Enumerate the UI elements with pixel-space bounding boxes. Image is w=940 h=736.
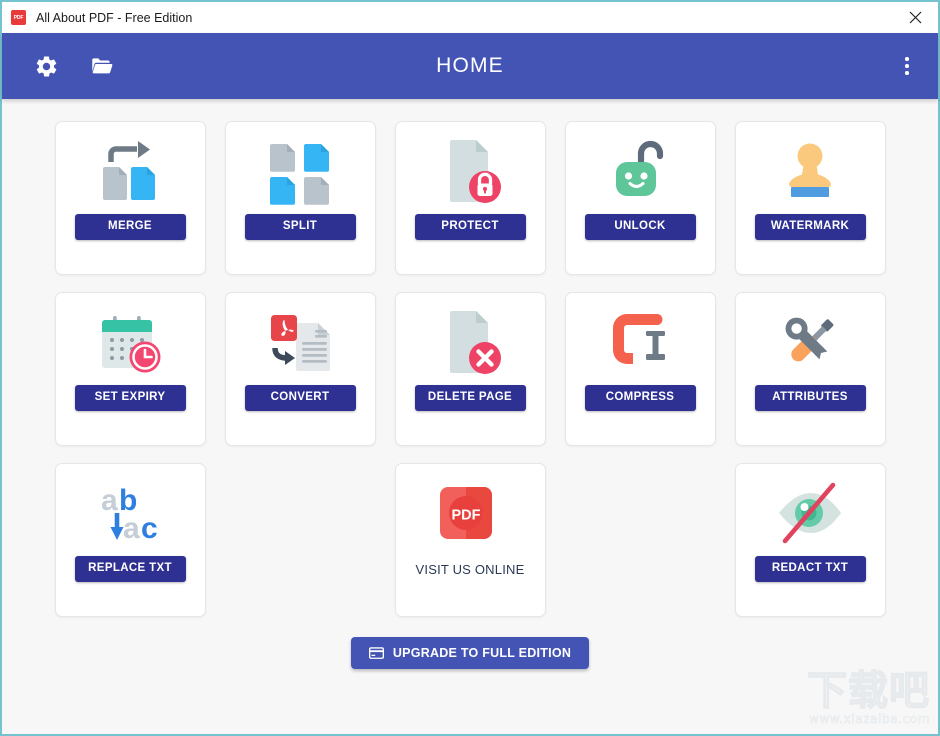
tool-card-set-expiry[interactable]: SET EXPIRY [54, 292, 206, 446]
tool-button-split[interactable]: SPLIT [244, 214, 356, 240]
pdf-convert-icon [226, 293, 375, 385]
tool-button-merge[interactable]: MERGE [74, 214, 186, 240]
title-bar: PDF All About PDF - Free Edition [2, 2, 938, 33]
close-button[interactable] [892, 2, 938, 33]
merge-documents-icon [56, 122, 205, 214]
tool-label-visit-online[interactable]: VISIT US ONLINE [416, 556, 525, 577]
svg-text:PDF: PDF [452, 508, 481, 524]
rubber-stamp-icon [736, 122, 885, 214]
tool-card-replace-txt[interactable]: a b a c REPLACE TXT [54, 463, 206, 617]
tool-card-convert[interactable]: CONVERT [224, 292, 376, 446]
more-vertical-icon-dot [905, 64, 909, 68]
credit-card-icon [368, 646, 384, 659]
app-header: HOME [2, 33, 938, 99]
site-watermark: 下载吧 www.xiazaiba.com [746, 668, 930, 732]
tools-row-1: MERGE SPLIT PROTECT UNLOCK WATERMARK [2, 121, 938, 275]
app-icon-label: PDF [13, 14, 24, 21]
svg-text:c: c [141, 512, 158, 545]
close-icon [909, 11, 921, 24]
document-delete-icon [396, 293, 545, 385]
upgrade-button-label: UPGRADE TO FULL EDITION [392, 646, 572, 660]
calendar-clock-icon [56, 293, 205, 385]
window-title: All About PDF - Free Edition [36, 10, 193, 25]
upgrade-button[interactable]: UPGRADE TO FULL EDITION [350, 637, 590, 669]
tool-card-watermark[interactable]: WATERMARK [734, 121, 886, 275]
tool-card-compress[interactable]: COMPRESS [564, 292, 716, 446]
clamp-icon [566, 293, 715, 385]
tool-card-attributes[interactable]: ATTRIBUTES [734, 292, 886, 446]
gear-icon [36, 55, 56, 77]
tools-grid: MERGE SPLIT PROTECT UNLOCK WATERMARK SET… [2, 99, 938, 734]
open-padlock-icon [566, 122, 715, 214]
footer-bar: UPGRADE TO FULL EDITION [2, 637, 938, 669]
split-documents-icon [226, 122, 375, 214]
folder-open-icon [92, 58, 113, 74]
tool-button-set-expiry[interactable]: SET EXPIRY [74, 385, 186, 411]
settings-button[interactable] [25, 45, 67, 87]
screwdriver-wrench-icon [736, 293, 885, 385]
tool-card-merge[interactable]: MERGE [54, 121, 206, 275]
tool-button-convert[interactable]: CONVERT [244, 385, 356, 411]
grid-spacer [225, 463, 376, 617]
app-window: PDF All About PDF - Free Edition HOME ME… [0, 0, 940, 736]
app-icon: PDF [11, 10, 26, 25]
watermark-main-text: 下载吧 [806, 668, 930, 714]
grid-spacer [565, 463, 716, 617]
document-lock-icon [396, 122, 545, 214]
tool-button-redact-txt[interactable]: REDACT TXT [754, 556, 866, 582]
more-vertical-icon-dot [905, 57, 909, 61]
tools-row-3: a b a c REPLACE TXT PDF VISIT US ONLINE … [2, 463, 938, 617]
page-title: HOME [436, 54, 504, 77]
tool-card-redact-txt[interactable]: REDACT TXT [734, 463, 886, 617]
svg-text:a: a [123, 512, 140, 545]
tool-button-attributes[interactable]: ATTRIBUTES [754, 385, 866, 411]
pdf-badge-icon: PDF [396, 464, 545, 556]
svg-text:a: a [101, 484, 118, 517]
overflow-menu-button[interactable] [892, 49, 922, 83]
tool-card-protect[interactable]: PROTECT [394, 121, 546, 275]
tool-button-replace-txt[interactable]: REPLACE TXT [74, 556, 186, 582]
tool-card-delete-page[interactable]: DELETE PAGE [394, 292, 546, 446]
tool-button-watermark[interactable]: WATERMARK [754, 214, 866, 240]
more-vertical-icon-dot [905, 71, 909, 75]
tool-button-delete-page[interactable]: DELETE PAGE [414, 385, 526, 411]
tool-card-unlock[interactable]: UNLOCK [564, 121, 716, 275]
tool-card-split[interactable]: SPLIT [224, 121, 376, 275]
watermark-sub-text: www.xiazaiba.com [809, 712, 930, 727]
tool-card-visit-online[interactable]: PDF VISIT US ONLINE [394, 463, 546, 617]
open-file-button[interactable] [81, 45, 123, 87]
tool-button-compress[interactable]: COMPRESS [584, 385, 696, 411]
tool-button-protect[interactable]: PROTECT [414, 214, 526, 240]
eye-slash-icon [736, 464, 885, 556]
replace-text-icon: a b a c [56, 464, 205, 556]
tools-row-2: SET EXPIRY CONVERT DELETE PAGE COMPRESS … [2, 292, 938, 446]
tool-button-unlock[interactable]: UNLOCK [584, 214, 696, 240]
